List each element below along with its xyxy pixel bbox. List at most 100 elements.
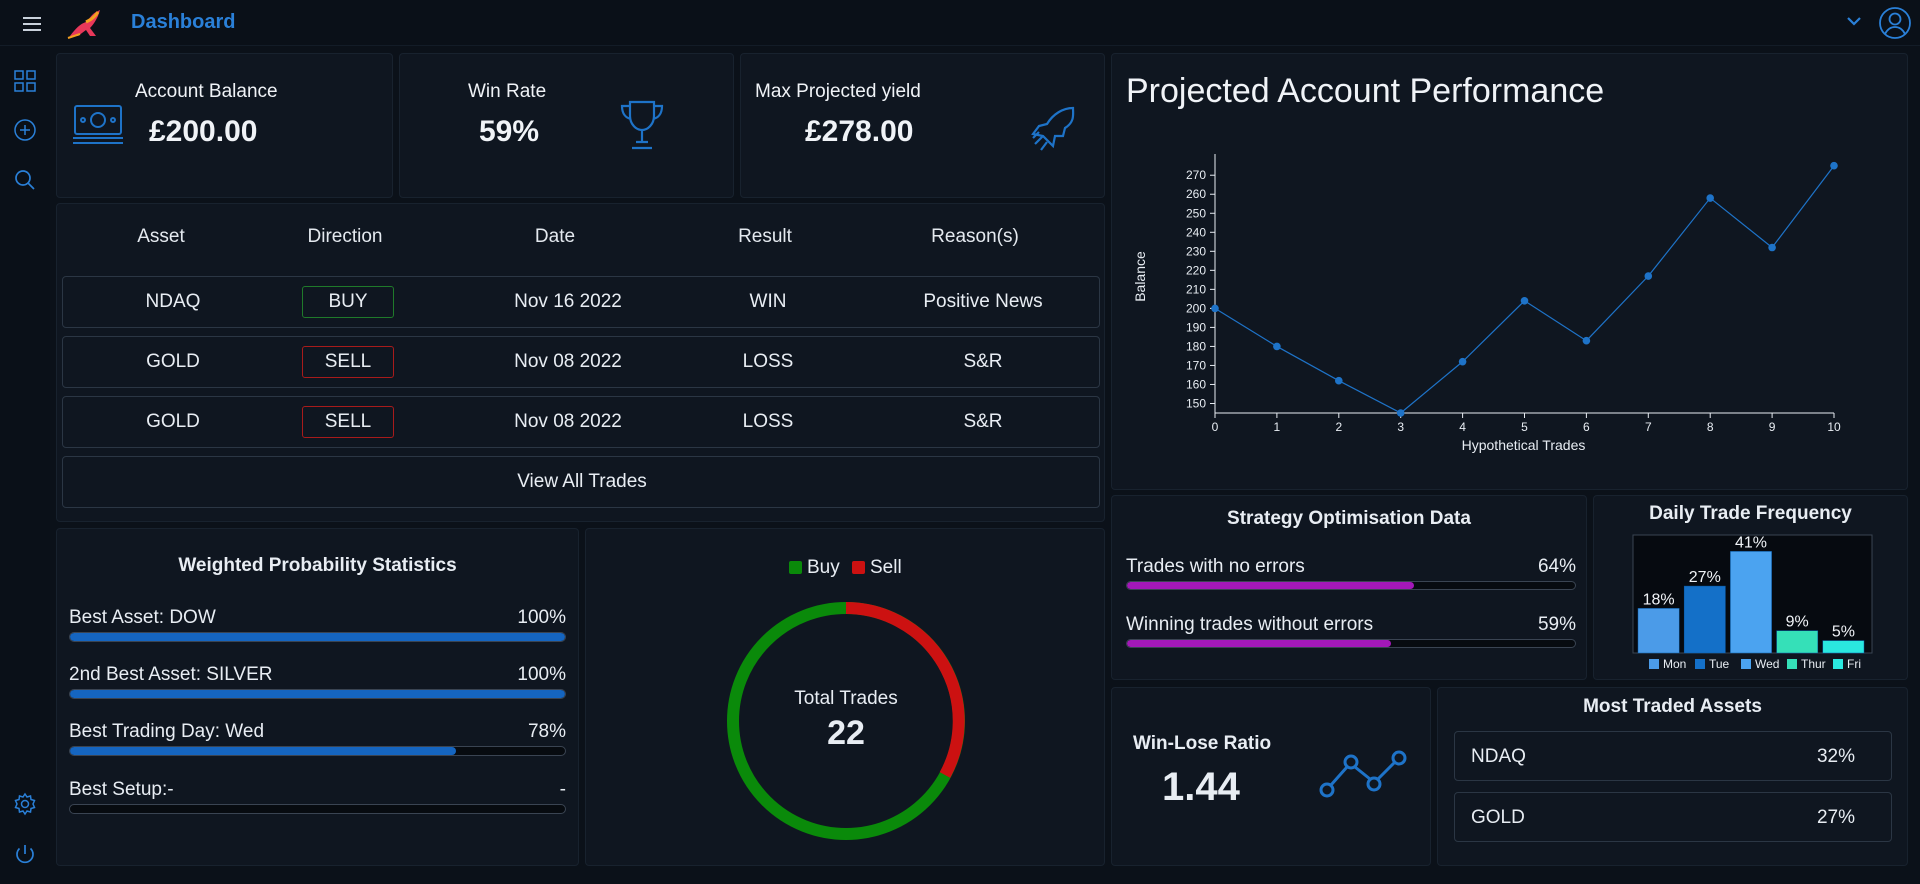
x-tick-label: 7: [1645, 420, 1652, 434]
data-point: [1830, 161, 1838, 170]
list-item[interactable]: GOLD 27%: [1454, 792, 1892, 842]
y-tick-label: 250: [1186, 206, 1206, 220]
max-yield-value: £278.00: [805, 115, 914, 148]
stat-progress-bar: [69, 689, 566, 699]
col-date: Date: [534, 226, 576, 247]
strategy-value: 59%: [1537, 614, 1576, 635]
strategy-label: Trades with no errors: [1126, 556, 1305, 577]
user-circle-icon[interactable]: [1878, 6, 1912, 40]
legend-label: Fri: [1847, 657, 1861, 671]
power-icon[interactable]: [13, 842, 37, 866]
list-item[interactable]: NDAQ 32%: [1454, 731, 1892, 781]
series-line: [1214, 165, 1835, 414]
x-tick-label: 2: [1335, 420, 1342, 434]
data-point: [1520, 296, 1529, 305]
direction-badge-buy: BUY: [302, 286, 394, 318]
x-tick-label: 5: [1521, 420, 1528, 434]
chart-title: Projected Account Performance: [1126, 72, 1605, 110]
y-tick-label: 160: [1186, 377, 1206, 391]
cell-reason: S&R: [963, 351, 1003, 372]
data-point: [1273, 342, 1281, 351]
x-tick-label: 1: [1274, 420, 1281, 434]
cell-result: LOSS: [742, 411, 794, 432]
rocket-icon: [1027, 102, 1079, 154]
asset-name: GOLD: [1471, 807, 1525, 828]
cell-asset: GOLD: [146, 351, 200, 372]
bar: [1776, 630, 1819, 654]
most-traded-title: Most Traded Assets: [1583, 696, 1762, 717]
line-chart: 1501601701801902002102202302402502602700…: [1132, 154, 1841, 453]
max-yield-card: Max Projected yield £278.00: [740, 53, 1105, 198]
strategy-progress-fill: [1127, 640, 1392, 647]
view-all-trades-button[interactable]: View All Trades: [62, 456, 1100, 508]
win-rate-value: 59%: [479, 115, 540, 148]
cell-date: Nov 08 2022: [514, 411, 622, 432]
legend-swatch: [1741, 659, 1751, 669]
legend-sell-label: Sell: [870, 557, 902, 578]
stat-progress-bar: [69, 746, 566, 756]
direction-badge-sell: SELL: [302, 346, 394, 378]
chevron-down-icon[interactable]: [1845, 14, 1863, 28]
legend-buy-label: Buy: [807, 557, 840, 578]
data-point: [1644, 272, 1653, 280]
asset-name: NDAQ: [1471, 746, 1526, 767]
strategy-label: Winning trades without errors: [1126, 614, 1374, 635]
stat-label: Best Trading Day: Wed: [69, 721, 265, 742]
search-icon[interactable]: [13, 168, 37, 192]
x-tick-label: 10: [1827, 420, 1841, 434]
view-all-trades-label: View All Trades: [517, 471, 647, 492]
stat-progress-bar: [69, 804, 566, 814]
y-tick-label: 230: [1186, 244, 1206, 258]
donut-center-value: 22: [827, 714, 865, 752]
strategy-progress-bar: [1126, 581, 1576, 590]
y-tick-label: 270: [1186, 168, 1206, 182]
stat-value: 100%: [517, 607, 566, 628]
table-row[interactable]: GOLD SELL Nov 08 2022 LOSS S&R: [62, 336, 1100, 388]
y-tick-label: 240: [1186, 225, 1206, 239]
y-tick-label: 180: [1186, 339, 1206, 353]
stat-value: 100%: [517, 664, 566, 685]
col-result: Result: [738, 226, 792, 247]
legend-label: Thur: [1801, 657, 1826, 671]
data-point: [1768, 243, 1776, 252]
data-point: [1458, 357, 1467, 366]
x-tick-label: 9: [1769, 420, 1776, 434]
stat-label: 2nd Best Asset: SILVER: [69, 664, 273, 685]
bar-data-label: 41%: [1735, 534, 1767, 551]
strategy-progress-bar: [1126, 639, 1576, 648]
trophy-icon: [616, 98, 668, 154]
y-tick-label: 210: [1186, 282, 1206, 296]
x-tick-label: 6: [1583, 420, 1590, 434]
cell-asset: NDAQ: [145, 291, 201, 312]
win-rate-card: Win Rate 59%: [399, 53, 734, 198]
cell-asset: GOLD: [146, 411, 200, 432]
data-point: [1396, 409, 1405, 417]
bar-data-label: 5%: [1832, 624, 1855, 641]
sidebar: [0, 46, 50, 884]
gear-icon[interactable]: [13, 792, 37, 816]
cash-icon: [71, 102, 125, 146]
win-lose-label: Win-Lose Ratio: [1133, 733, 1272, 754]
add-circle-icon[interactable]: [13, 118, 37, 142]
trend-line-icon: [1318, 748, 1408, 800]
legend-swatch: [1695, 659, 1705, 669]
hamburger-menu-icon[interactable]: [22, 16, 42, 32]
grid-icon[interactable]: [14, 70, 36, 92]
legend-buy-swatch: [789, 561, 802, 574]
strategy-title: Strategy Optimisation Data: [1227, 508, 1471, 529]
bar-data-label: 18%: [1643, 591, 1675, 608]
legend-label: Wed: [1755, 657, 1779, 671]
bar: [1822, 640, 1865, 654]
stat-progress-fill: [70, 747, 457, 755]
kangaroo-logo-icon[interactable]: [66, 6, 106, 40]
stat-label: Best Setup:-: [69, 779, 174, 800]
top-bar: Dashboard: [0, 0, 1920, 46]
data-point: [1335, 376, 1343, 385]
cell-reason: S&R: [963, 411, 1003, 432]
bar: [1637, 608, 1680, 654]
table-row[interactable]: NDAQ BUY Nov 16 2022 WIN Positive News: [62, 276, 1100, 328]
weighted-stats-title: Weighted Probability Statistics: [178, 555, 457, 576]
cell-date: Nov 08 2022: [514, 351, 622, 372]
bar: [1730, 551, 1772, 654]
table-row[interactable]: GOLD SELL Nov 08 2022 LOSS S&R: [62, 396, 1100, 448]
